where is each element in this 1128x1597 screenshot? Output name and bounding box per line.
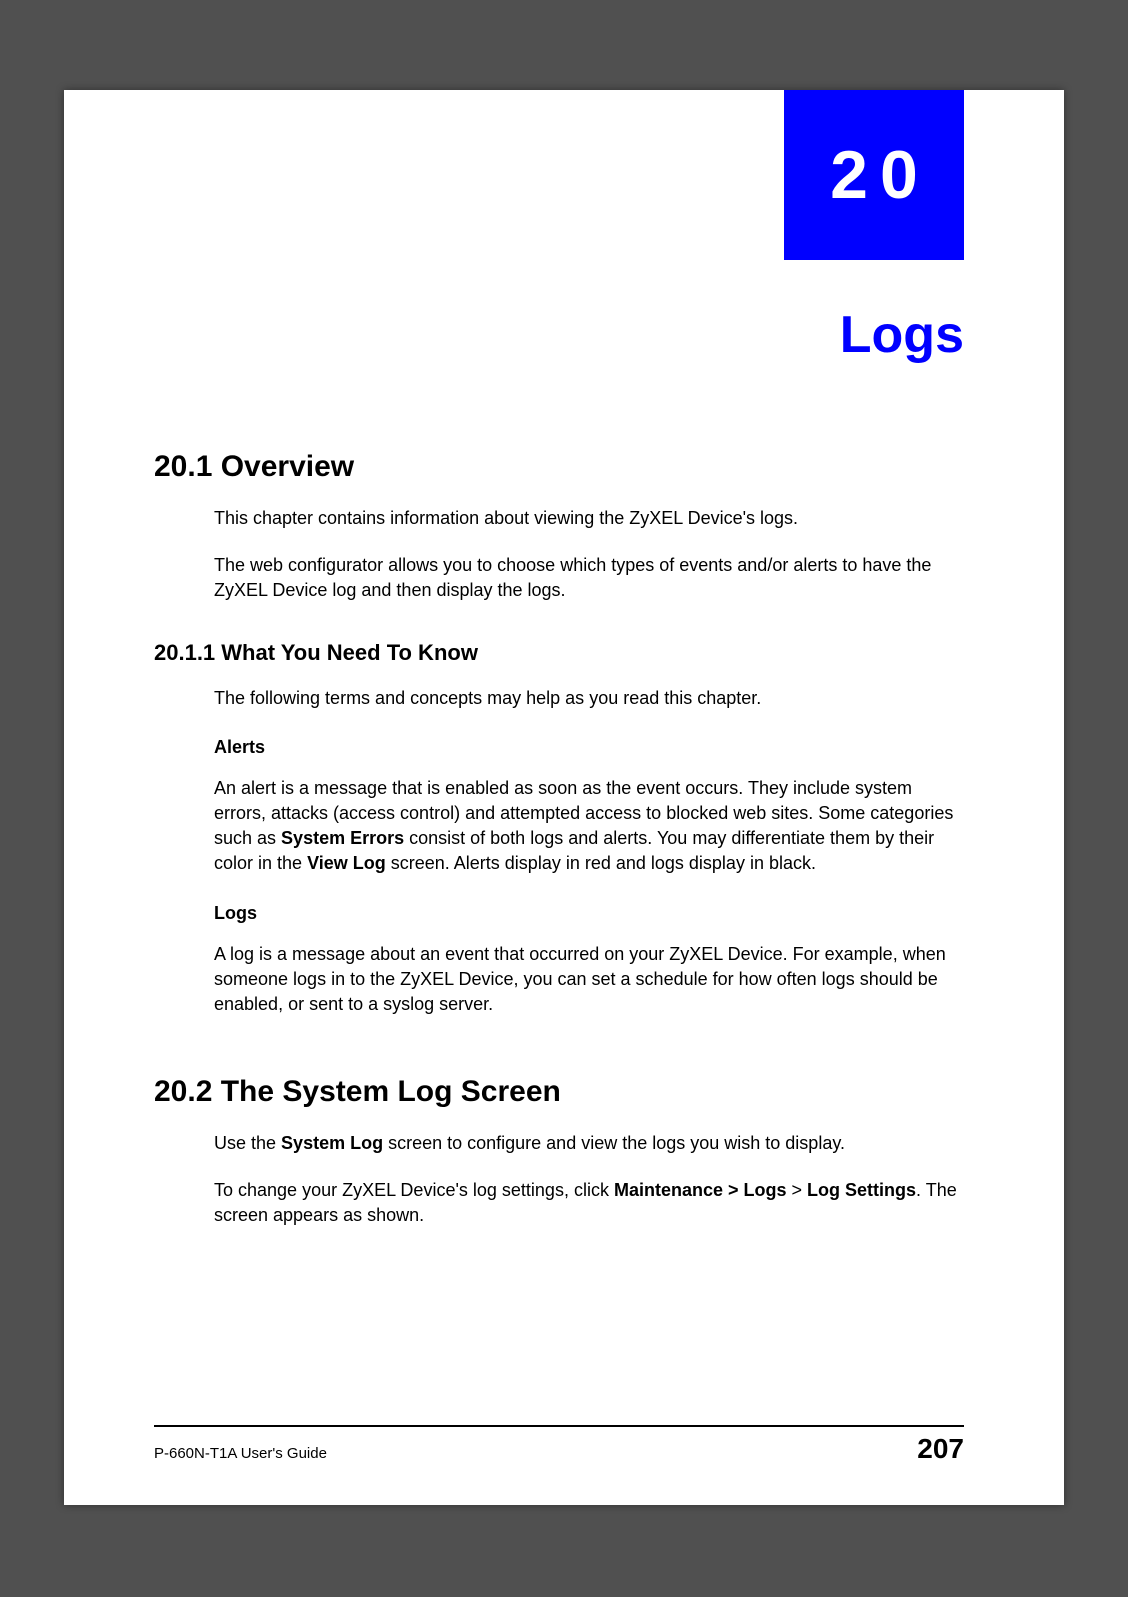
text-run: To change your ZyXEL Device's log settin… — [214, 1180, 614, 1200]
chapter-number: 20 — [818, 136, 930, 214]
paragraph: The web configurator allows you to choos… — [214, 553, 964, 603]
chapter-tab: 20 — [784, 90, 964, 260]
bold-text: Log Settings — [807, 1180, 916, 1200]
bold-text: Maintenance > Logs — [614, 1180, 787, 1200]
page-footer: P-660N-T1A User's Guide 207 — [154, 1425, 964, 1465]
paragraph: A log is a message about an event that o… — [214, 942, 964, 1018]
paragraph: To change your ZyXEL Device's log settin… — [214, 1178, 964, 1228]
chapter-title: Logs — [840, 305, 964, 365]
bold-text: System Errors — [281, 828, 404, 848]
paragraph: Use the System Log screen to configure a… — [214, 1131, 964, 1156]
footer-guide-title: P-660N-T1A User's Guide — [154, 1445, 327, 1462]
subsection-heading-what-you-need: 20.1.1 What You Need To Know — [154, 640, 964, 666]
paragraph: This chapter contains information about … — [214, 506, 964, 531]
paragraph: The following terms and concepts may hel… — [214, 686, 964, 711]
text-run: screen. Alerts display in red and logs d… — [386, 853, 816, 873]
document-page: 20 Logs 20.1 Overview This chapter conta… — [64, 90, 1064, 1505]
term-heading-logs: Logs — [214, 903, 964, 924]
bold-text: View Log — [307, 853, 386, 873]
bold-text: System Log — [281, 1133, 383, 1153]
section-heading-overview: 20.1 Overview — [154, 450, 964, 484]
text-run: > — [787, 1180, 808, 1200]
content-area: 20.1 Overview This chapter contains info… — [154, 450, 964, 1251]
text-run: Use the — [214, 1133, 281, 1153]
paragraph: An alert is a message that is enabled as… — [214, 776, 964, 877]
footer-page-number: 207 — [917, 1433, 964, 1465]
term-heading-alerts: Alerts — [214, 737, 964, 758]
section-heading-system-log: 20.2 The System Log Screen — [154, 1075, 964, 1109]
text-run: screen to configure and view the logs yo… — [383, 1133, 845, 1153]
